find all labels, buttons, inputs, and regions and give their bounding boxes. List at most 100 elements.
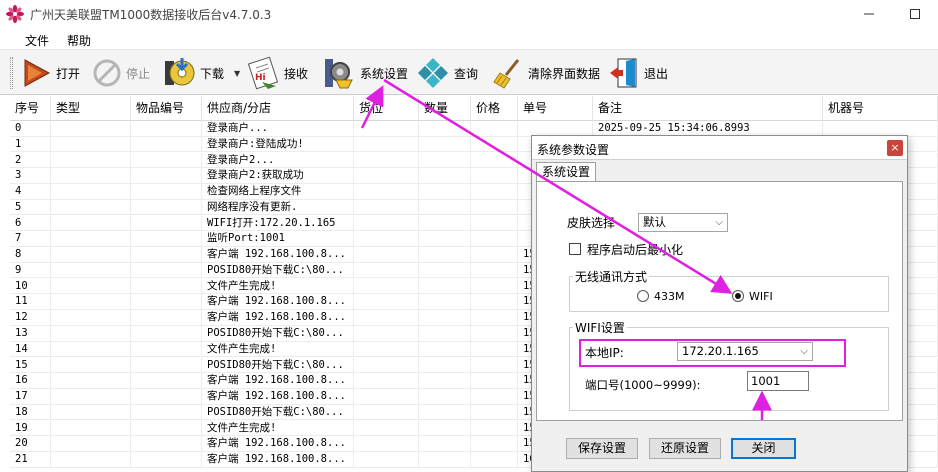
table-cell	[471, 247, 518, 263]
save-settings-button[interactable]: 保存设置	[566, 438, 638, 459]
dialog-title: 系统参数设置	[537, 143, 610, 157]
col-header-order-no[interactable]: 单号	[518, 96, 593, 121]
table-cell	[51, 341, 131, 358]
exit-door-icon	[610, 58, 637, 88]
table-cell	[354, 452, 419, 468]
maximize-button[interactable]	[892, 0, 938, 28]
system-settings-dialog: 系统参数设置 × 系统设置 皮肤选择 默认 ⌵ 程序启动后最小化 无线通讯方式 …	[531, 135, 908, 472]
restore-settings-button[interactable]: 还原设置	[649, 438, 721, 459]
table-cell	[471, 152, 518, 169]
radio-433m[interactable]	[637, 290, 649, 302]
tab-system-settings[interactable]: 系统设置	[536, 162, 596, 182]
toolbar: 打开 停止 下载 ▼ Hi 接收 系统设置 查询 清除界面数据 退出	[0, 50, 938, 95]
port-input[interactable]: 1001	[747, 371, 809, 391]
table-cell	[51, 357, 131, 374]
table-cell	[354, 184, 419, 200]
table-cell	[354, 436, 419, 452]
table-cell	[131, 357, 202, 374]
table-cell: POSID80开始下载C:\80...	[202, 326, 354, 342]
table-cell	[419, 199, 471, 216]
table-cell: 8	[10, 247, 51, 263]
table-cell	[51, 231, 131, 247]
receive-button[interactable]: Hi 接收	[246, 56, 308, 90]
table-cell	[51, 262, 131, 279]
table-cell	[354, 278, 419, 295]
system-settings-button[interactable]: 系统设置	[322, 56, 408, 90]
col-header-supplier[interactable]: 供应商/分店	[202, 96, 354, 121]
dialog-title-bar: 系统参数设置 ×	[532, 136, 907, 160]
download-dropdown-icon[interactable]: ▼	[234, 69, 240, 78]
settings-gear-icon	[325, 59, 353, 89]
table-cell	[354, 152, 419, 169]
clear-data-button[interactable]: 清除界面数据	[492, 56, 600, 90]
table-cell: 17	[10, 389, 51, 405]
table-cell	[471, 420, 518, 437]
table-cell	[354, 420, 419, 437]
col-header-quantity[interactable]: 数量	[419, 96, 471, 121]
table-cell: 10	[10, 278, 51, 295]
skin-select[interactable]: 默认 ⌵	[638, 213, 728, 232]
menu-file[interactable]: 文件	[25, 32, 49, 49]
table-cell	[354, 262, 419, 279]
table-cell	[471, 452, 518, 468]
col-header-item-code[interactable]: 物品编号	[131, 96, 202, 121]
table-cell: 1	[10, 136, 51, 153]
table-cell: 14	[10, 341, 51, 358]
table-cell	[354, 231, 419, 247]
table-cell: 客户端 192.168.100.8...	[202, 294, 354, 310]
table-cell	[419, 184, 471, 200]
table-cell: 登录商户2:获取成功	[202, 168, 354, 184]
table-cell: 0	[10, 121, 51, 137]
table-cell	[131, 231, 202, 247]
receive-label: 接收	[284, 66, 309, 81]
minimize-icon	[864, 13, 874, 15]
col-header-price[interactable]: 价格	[471, 96, 518, 121]
col-header-type[interactable]: 类型	[51, 96, 131, 121]
query-button[interactable]: 查询	[416, 56, 478, 90]
table-cell: 15	[10, 357, 51, 374]
table-cell	[131, 136, 202, 153]
table-cell	[354, 373, 419, 389]
minimize-button[interactable]	[846, 0, 892, 28]
download-button[interactable]: 下载	[162, 56, 224, 90]
menu-bar: 文件 帮助	[0, 28, 938, 50]
col-header-note[interactable]: 备注	[593, 96, 823, 121]
exit-button[interactable]: 退出	[608, 56, 668, 90]
table-cell	[131, 373, 202, 389]
table-cell	[354, 136, 419, 153]
minimize-on-start-checkbox[interactable]	[569, 243, 581, 255]
table-cell: 3	[10, 168, 51, 184]
toolbar-grip[interactable]	[10, 57, 13, 89]
table-cell	[471, 231, 518, 247]
radio-wifi[interactable]	[732, 290, 744, 302]
table-cell	[51, 294, 131, 310]
chevron-down-icon: ⌵	[715, 217, 723, 228]
table-cell	[131, 436, 202, 452]
table-cell	[131, 262, 202, 279]
table-cell	[131, 215, 202, 232]
col-header-seq[interactable]: 序号	[10, 96, 51, 121]
table-cell	[419, 136, 471, 153]
dialog-close-icon[interactable]: ×	[887, 140, 903, 156]
table-cell	[419, 420, 471, 437]
table-cell	[51, 168, 131, 184]
menu-help[interactable]: 帮助	[67, 32, 91, 49]
table-cell	[354, 357, 419, 374]
table-cell	[131, 152, 202, 169]
col-header-machine-no[interactable]: 机器号	[823, 96, 938, 121]
stop-button[interactable]: 停止	[92, 56, 150, 90]
close-button[interactable]: 关闭	[731, 438, 796, 459]
col-header-location[interactable]: 货位	[354, 96, 419, 121]
table-cell	[354, 121, 419, 137]
table-cell: POSID80开始下载C:\80...	[202, 404, 354, 421]
maximize-icon	[910, 9, 920, 19]
table-cell	[51, 247, 131, 263]
broom-icon	[493, 59, 520, 89]
open-button[interactable]: 打开	[20, 56, 80, 90]
table-cell: 网络程序没有更新.	[202, 199, 354, 216]
table-cell	[131, 294, 202, 310]
receive-document-icon: Hi	[247, 56, 279, 90]
table-cell	[419, 215, 471, 232]
table-cell	[354, 247, 419, 263]
table-cell	[471, 136, 518, 153]
